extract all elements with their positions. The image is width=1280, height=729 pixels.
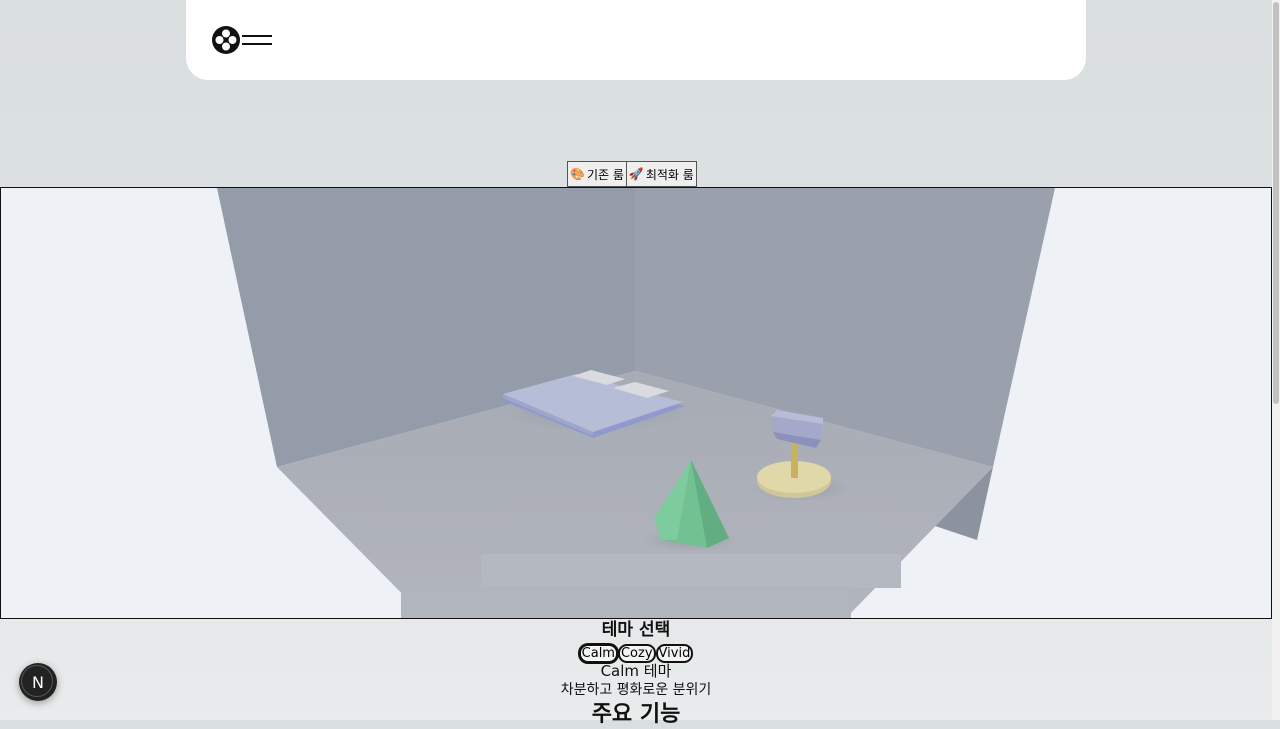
original-room-button[interactable]: 🎨 기존 룸 [567,161,627,187]
optimized-room-label: 최적화 룸 [645,167,694,182]
original-room-label: 기존 룸 [586,167,624,182]
palette-icon: 🎨 [570,167,585,181]
floor-rug [481,554,901,588]
app-logo-icon[interactable] [211,25,241,55]
theme-section-title: 테마 선택 [601,620,671,640]
top-header [186,0,1086,80]
page-scrollbar[interactable] [1272,0,1280,720]
theme-option-vivid[interactable]: Vivid [655,644,694,663]
selected-theme-name: Calm 테마 [600,662,672,680]
room-3d-canvas[interactable] [0,187,1272,619]
theme-option-cozy[interactable]: Cozy [617,644,656,663]
room-toggle: 🎨 기존 룸 🚀 최적화 룸 [567,161,697,187]
rocket-icon: 🚀 [628,167,644,181]
scrollbar-thumb[interactable] [1273,2,1279,404]
menu-icon[interactable] [242,33,272,47]
dev-tools-badge[interactable]: N [19,663,57,701]
selected-theme-description: 차분하고 평화로운 분위기 [560,682,712,698]
theme-option-calm[interactable]: Calm [578,644,618,663]
theme-options: Calm Cozy Vivid [0,644,1272,663]
optimized-room-button[interactable]: 🚀 최적화 룸 [625,161,697,187]
dev-badge-letter: N [32,672,44,692]
features-heading: 주요 기능 [591,702,681,727]
floor-edge [401,586,851,618]
